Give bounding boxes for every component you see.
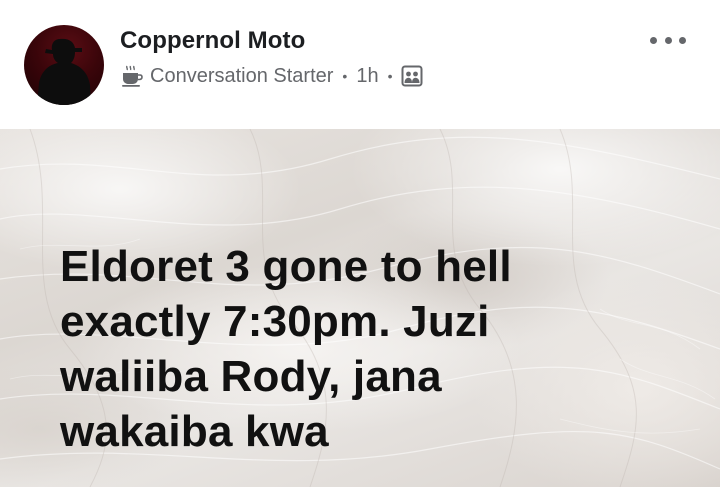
more-dot (650, 36, 657, 44)
post-meta: Conversation Starter • 1h • (120, 62, 423, 90)
coffee-cup-icon (120, 64, 144, 88)
meta-separator: • (387, 68, 393, 84)
more-dot (664, 36, 672, 44)
avatar-silhouette (37, 38, 91, 105)
meta-separator: • (342, 68, 348, 84)
post-background-image[interactable]: Eldoret 3 gone to hell exactly 7:30pm. J… (0, 129, 720, 487)
post-card: Coppernol Moto Conversation Starter • 1h… (0, 0, 720, 487)
post-text: Eldoret 3 gone to hell exactly 7:30pm. J… (60, 242, 512, 456)
avatar[interactable] (24, 25, 104, 105)
group-icon[interactable] (401, 65, 423, 87)
more-dot (679, 36, 686, 44)
badge-label[interactable]: Conversation Starter (150, 65, 333, 88)
post-time[interactable]: 1h (356, 65, 378, 88)
more-options-icon[interactable] (650, 28, 686, 52)
post-header: Coppernol Moto Conversation Starter • 1h… (0, 0, 720, 129)
author-name[interactable]: Coppernol Moto (120, 27, 305, 55)
